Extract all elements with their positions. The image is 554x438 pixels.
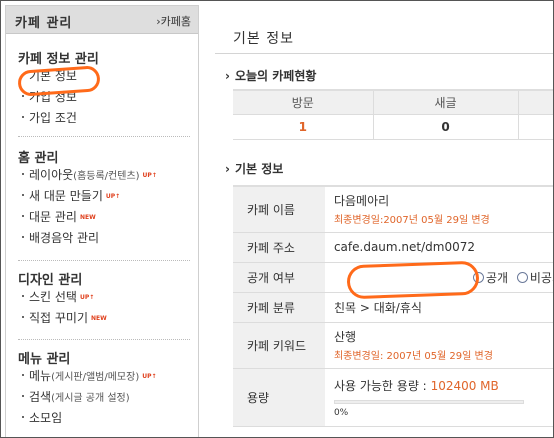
- capacity-progress-bar: [333, 399, 524, 404]
- bullet-icon: [22, 116, 24, 118]
- bullet-icon: [22, 416, 24, 418]
- bullet-icon: [22, 316, 24, 318]
- new-post-header: 새글: [373, 89, 519, 115]
- capacity-percent: 0%: [333, 407, 349, 418]
- new-badge: NEW: [91, 315, 107, 322]
- up-badge: UP↑: [79, 294, 95, 301]
- category-label: 카페 분류: [233, 292, 325, 323]
- up-badge: UP↑: [142, 172, 157, 179]
- sidebar-section-title: 홈 관리: [18, 151, 59, 166]
- cafe-name-changed-date: 최종변경일:2007년 05월 29일 변경: [333, 215, 490, 227]
- sidebar-item-custom-design[interactable]: 직접 꾸미기 NEW: [18, 308, 190, 329]
- bullet-icon: [22, 194, 24, 196]
- new-post-count: 0: [373, 114, 519, 140]
- bullet-icon: [22, 395, 24, 397]
- cafe-url-value: cafe.daum.net/dm0072: [324, 232, 553, 263]
- sidebar-item-skin[interactable]: 스킨 선택 UP↑: [18, 287, 190, 308]
- sidebar: 카페 관리 ›카페홈 카페 정보 관리 기본 정보 가입 정보 가입 조건 홈 …: [5, 5, 199, 437]
- up-badge: UP↑: [105, 193, 121, 200]
- visit-header: 방문: [233, 89, 374, 115]
- capacity-available-value: 102400 MB: [430, 378, 499, 393]
- chevron-right-icon: ›: [225, 69, 230, 83]
- basic-info-table: 카페 이름 다음메아리 최종변경일:2007년 05월 29일 변경 카페 주소…: [233, 185, 553, 427]
- bullet-icon: [22, 295, 24, 297]
- cafe-url-label: 카페 주소: [233, 232, 325, 263]
- radio-icon-private[interactable]: [516, 271, 528, 283]
- sidebar-item-gate-manage[interactable]: 대문 관리 NEW: [18, 207, 190, 228]
- sidebar-divider: [18, 136, 190, 137]
- sidebar-item-search[interactable]: 검색(게시글 공개 설정): [18, 387, 190, 408]
- public-option-label[interactable]: 공개: [486, 271, 508, 285]
- up-badge: UP↑: [142, 373, 157, 380]
- keyword-cell: 산행 최종변경일: 2007년 05월 29일 변경: [324, 322, 553, 369]
- table-row: 카페 키워드 산행 최종변경일: 2007년 05월 29일 변경: [233, 322, 553, 369]
- visit-count[interactable]: 1: [233, 114, 374, 140]
- keyword-value: 산행: [333, 330, 357, 344]
- chevron-right-icon: ›: [225, 162, 230, 176]
- sidebar-section-title: 디자인 관리: [18, 273, 83, 288]
- capacity-cell: 사용 가능한 용량 : 102400 MB 0%: [324, 368, 553, 427]
- bullet-icon: [22, 236, 24, 238]
- bullet-icon: [22, 173, 24, 175]
- table-row: 카페 이름 다음메아리 최종변경일:2007년 05월 29일 변경: [233, 185, 553, 233]
- capacity-available-label: 사용 가능한 용량 :: [333, 378, 427, 393]
- cafe-name-cell: 다음메아리 최종변경일:2007년 05월 29일 변경: [324, 185, 553, 233]
- sidebar-divider: [18, 260, 190, 261]
- bullet-icon: [22, 215, 24, 217]
- highlight-circle: [346, 260, 480, 300]
- private-option-label[interactable]: 비공개: [530, 271, 553, 285]
- sidebar-section-title: 카페 정보 관리: [18, 52, 99, 67]
- title-divider: [215, 53, 553, 54]
- sidebar-header: 카페 관리 ›카페홈: [6, 6, 198, 34]
- sidebar-item-layout[interactable]: 레이아웃(홈등록/컨텐츠) UP↑: [18, 165, 190, 186]
- public-label: 공개 여부: [233, 262, 325, 293]
- capacity-label: 용량: [233, 368, 325, 427]
- sidebar-item-bgm[interactable]: 배경음악 관리: [18, 228, 190, 249]
- today-status-heading: › 오늘의 카페현황: [225, 69, 317, 83]
- sidebar-section-title: 메뉴 관리: [18, 352, 71, 367]
- extra-header: [518, 89, 553, 115]
- page-title: 기본 정보: [233, 31, 294, 47]
- keyword-label: 카페 키워드: [233, 322, 325, 369]
- table-row: 용량 사용 가능한 용량 : 102400 MB 0%: [233, 368, 553, 427]
- window-frame: 카페 관리 ›카페홈 카페 정보 관리 기본 정보 가입 정보 가입 조건 홈 …: [0, 0, 554, 438]
- basic-info-heading: › 기본 정보: [225, 162, 284, 176]
- today-status-table: 방문 새글 1 0: [233, 89, 553, 140]
- sidebar-item-menu[interactable]: 메뉴(게시판/앨범/메모장) UP↑: [18, 366, 190, 387]
- cafe-name-label: 카페 이름: [233, 185, 325, 233]
- cafe-name-value: 다음메아리: [333, 194, 390, 209]
- main-content: 기본 정보 › 오늘의 카페현황 방문 새글 1 0 › 기본 정보 카페 이름 다…: [215, 5, 553, 437]
- sidebar-section-design: 디자인 관리 스킨 선택 UP↑ 직접 꾸미기 NEW: [18, 269, 190, 329]
- bullet-icon: [22, 374, 24, 376]
- cafe-home-link[interactable]: ›카페홈: [156, 13, 191, 29]
- sidebar-item-new-gate[interactable]: 새 대문 만들기 UP↑: [18, 186, 190, 207]
- sidebar-section-home: 홈 관리 레이아웃(홈등록/컨텐츠) UP↑ 새 대문 만들기 UP↑ 대문 관리 N…: [18, 147, 190, 249]
- table-row: 카페 주소 cafe.daum.net/dm0072: [233, 232, 553, 263]
- sidebar-divider: [18, 339, 190, 340]
- extra-value: [518, 114, 553, 140]
- keyword-changed-date: 최종변경일: 2007년 05월 29일 변경: [333, 351, 493, 362]
- bullet-icon: [22, 95, 24, 97]
- sidebar-item-join-condition[interactable]: 가입 조건: [18, 108, 190, 129]
- new-badge: NEW: [79, 214, 96, 221]
- sidebar-title: 카페 관리: [15, 16, 73, 31]
- sidebar-section-menu: 메뉴 관리 메뉴(게시판/앨범/메모장) UP↑ 검색(게시글 공개 설정) 소모…: [18, 348, 190, 429]
- sidebar-item-small-group[interactable]: 소모임: [18, 408, 190, 429]
